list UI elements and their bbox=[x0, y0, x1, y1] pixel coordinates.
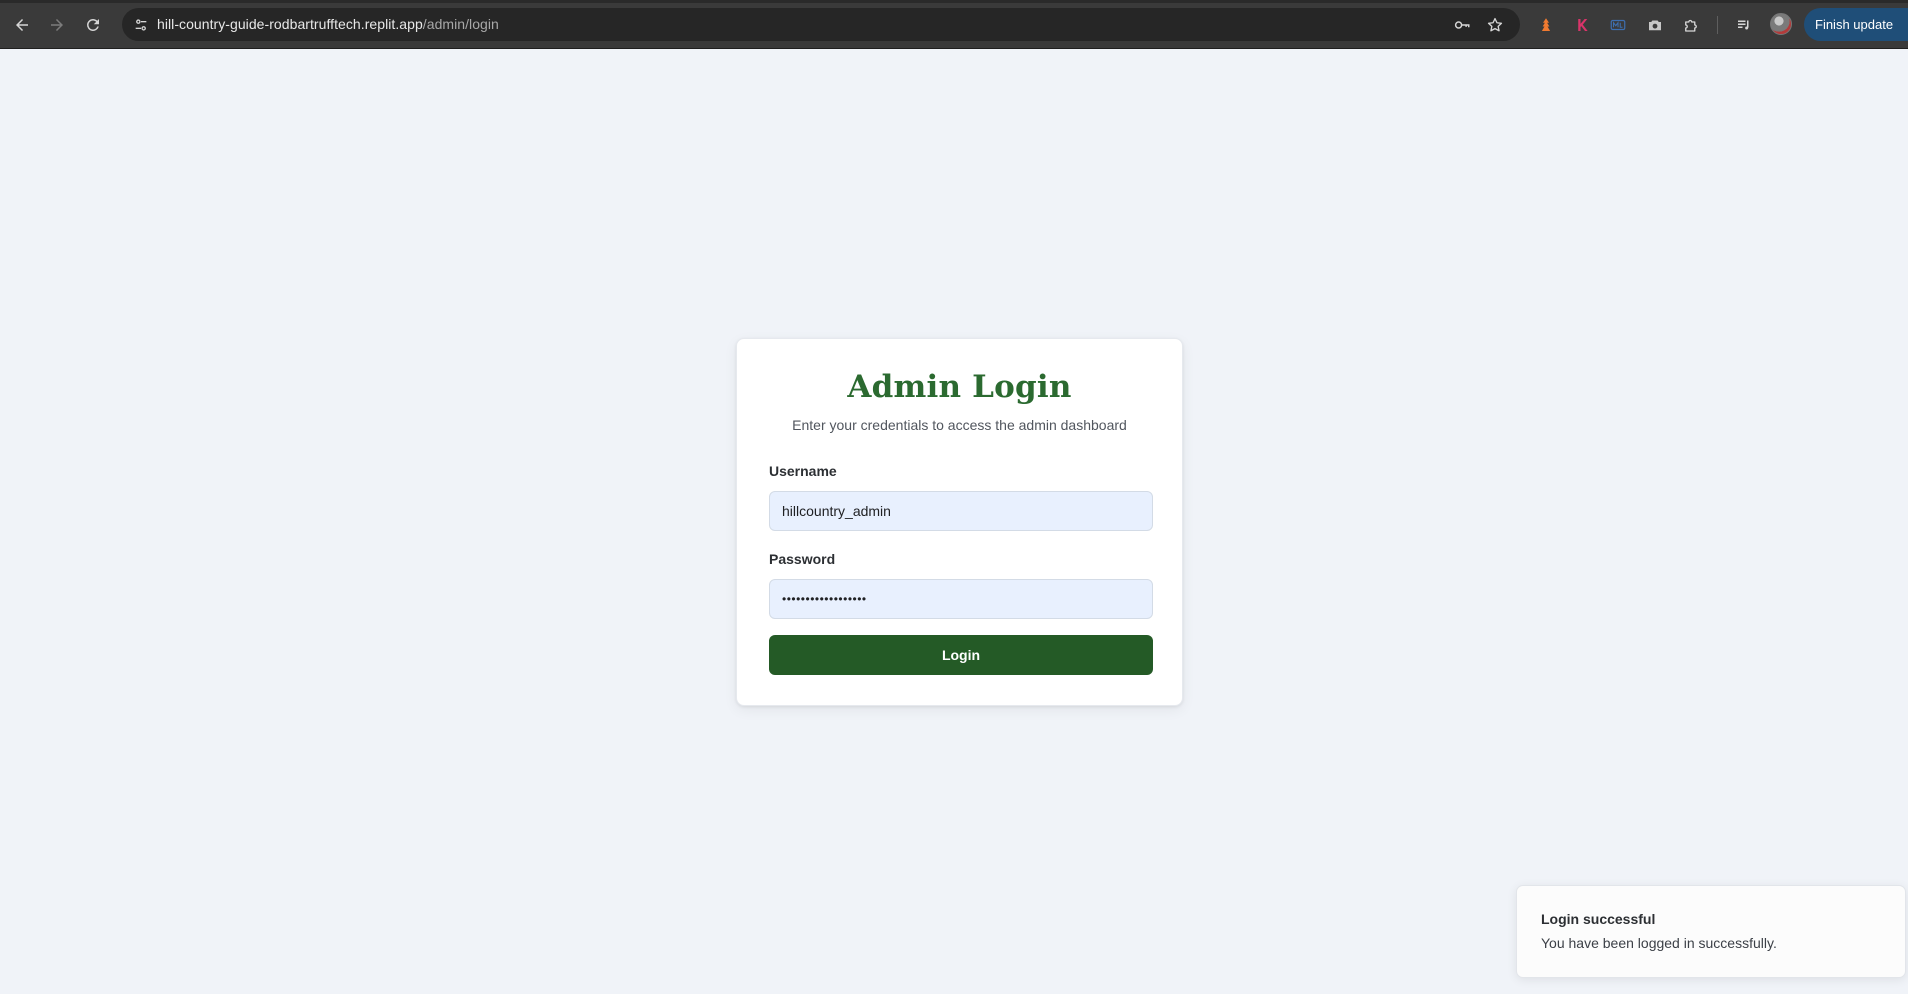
toast-title: Login successful bbox=[1541, 911, 1656, 927]
back-button[interactable] bbox=[8, 11, 36, 39]
toast-notification: Login successful You have been logged in… bbox=[1516, 885, 1906, 978]
key-icon[interactable] bbox=[1452, 15, 1472, 35]
username-input[interactable]: hillcountry_admin bbox=[769, 491, 1153, 531]
arrow-right-icon bbox=[51, 19, 63, 31]
extension-orange-icon[interactable] bbox=[1534, 13, 1558, 37]
page-subtitle: Enter your credentials to access the adm… bbox=[792, 417, 1127, 433]
finish-update-button[interactable]: Finish update ⋮ bbox=[1804, 8, 1908, 41]
extension-k-icon[interactable] bbox=[1570, 13, 1594, 37]
finish-update-label: Finish update bbox=[1815, 17, 1894, 32]
reload-icon bbox=[87, 18, 99, 31]
toolbar-divider bbox=[1717, 16, 1718, 34]
camera-icon[interactable] bbox=[1643, 13, 1667, 37]
more-vertical-icon: ⋮ bbox=[1901, 16, 1908, 33]
username-label: Username bbox=[769, 463, 837, 479]
browser-toolbar: hill-country-guide-rodbartrufftech.repli… bbox=[0, 0, 1908, 49]
login-card: Admin Login Enter your credentials to ac… bbox=[736, 338, 1183, 706]
password-input[interactable]: •••••••••••••••••• bbox=[769, 579, 1153, 619]
page-title: Admin Login bbox=[847, 369, 1072, 405]
url-host: hill-country-guide-rodbartrufftech.repli… bbox=[157, 16, 423, 32]
address-bar[interactable]: hill-country-guide-rodbartrufftech.repli… bbox=[122, 8, 1520, 41]
profile-avatar[interactable] bbox=[1770, 13, 1792, 35]
tune-icon[interactable] bbox=[130, 14, 152, 36]
reload-button[interactable] bbox=[79, 11, 107, 39]
password-label: Password bbox=[769, 551, 836, 567]
arrow-left-icon bbox=[16, 19, 28, 31]
star-icon[interactable] bbox=[1485, 15, 1505, 35]
url-path: /admin/login bbox=[422, 16, 499, 32]
login-button[interactable]: Login bbox=[769, 635, 1153, 675]
playlist-icon[interactable] bbox=[1732, 13, 1756, 37]
extension-translate-icon[interactable] bbox=[1606, 13, 1630, 37]
puzzle-icon[interactable] bbox=[1679, 13, 1703, 37]
url-text[interactable]: hill-country-guide-rodbartrufftech.repli… bbox=[157, 16, 499, 32]
forward-button[interactable] bbox=[43, 11, 71, 39]
toast-description: You have been logged in successfully. bbox=[1541, 935, 1777, 951]
